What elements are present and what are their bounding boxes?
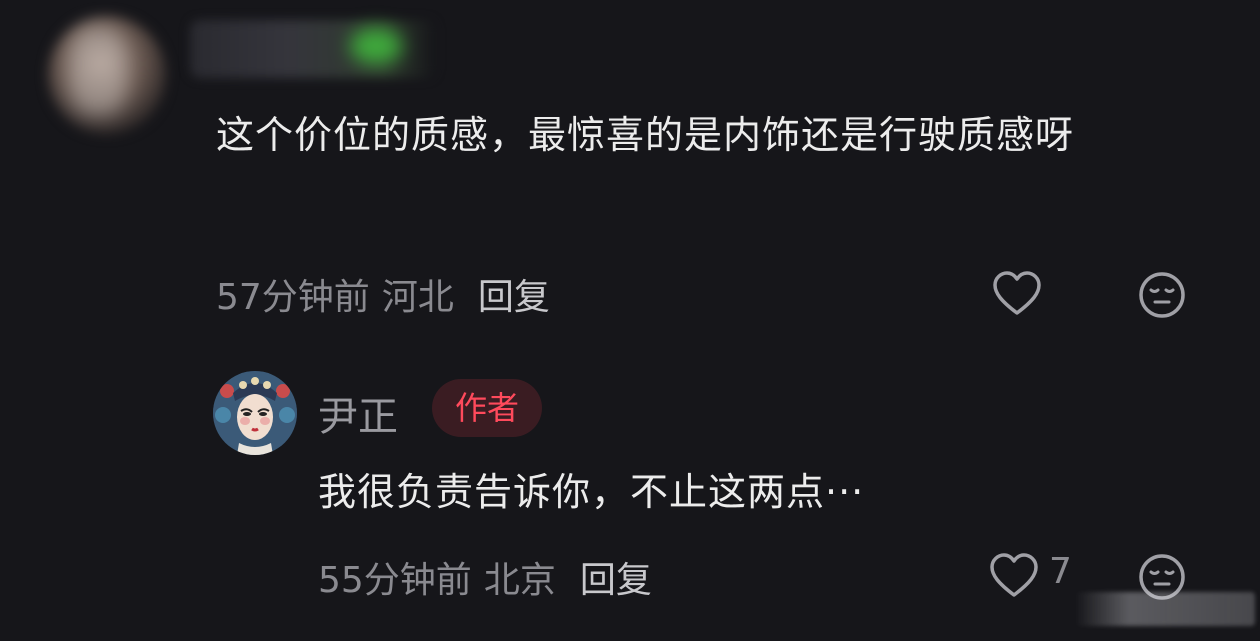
reply-region: 北京	[483, 560, 556, 601]
heart-outline-icon[interactable]	[988, 551, 1040, 603]
comment-thread: 这个价位的质感，最惊喜的是内饰还是行驶质感呀 57分钟前 河北 回复 尹正 作者…	[0, 0, 1260, 641]
watermark-blurred	[1075, 592, 1255, 626]
reply-meta: 55分钟前 北京 回复	[318, 551, 652, 603]
commenter-avatar[interactable]	[48, 16, 166, 134]
author-avatar[interactable]	[213, 371, 297, 455]
reply-reply-button[interactable]: 回复	[580, 560, 652, 601]
comment-text: 这个价位的质感，最惊喜的是内饰还是行驶质感呀	[216, 113, 1075, 157]
commenter-username-blurred[interactable]	[190, 20, 435, 78]
author-badge: 作者	[432, 379, 542, 437]
author-name[interactable]: 尹正	[318, 384, 398, 442]
opera-mask-avatar-graphic	[213, 371, 297, 455]
heart-outline-icon-graphic	[990, 553, 1038, 597]
like-count: 7	[1049, 551, 1072, 592]
reply-text: 我很负责告诉你，不止这两点···	[318, 470, 865, 514]
heart-outline-icon-graphic	[993, 271, 1041, 315]
neutral-face-icon-graphic	[1139, 272, 1185, 318]
reply-time: 55分钟前	[318, 560, 472, 601]
level-badge-blurred	[350, 28, 402, 64]
comment-region: 河北	[381, 277, 454, 318]
comment-meta: 57分钟前 河北 回复	[216, 268, 550, 320]
neutral-face-icon[interactable]	[1136, 269, 1188, 321]
comment-time: 57分钟前	[216, 277, 370, 318]
heart-outline-icon[interactable]	[991, 269, 1043, 321]
comment-reply-button[interactable]: 回复	[478, 277, 550, 318]
